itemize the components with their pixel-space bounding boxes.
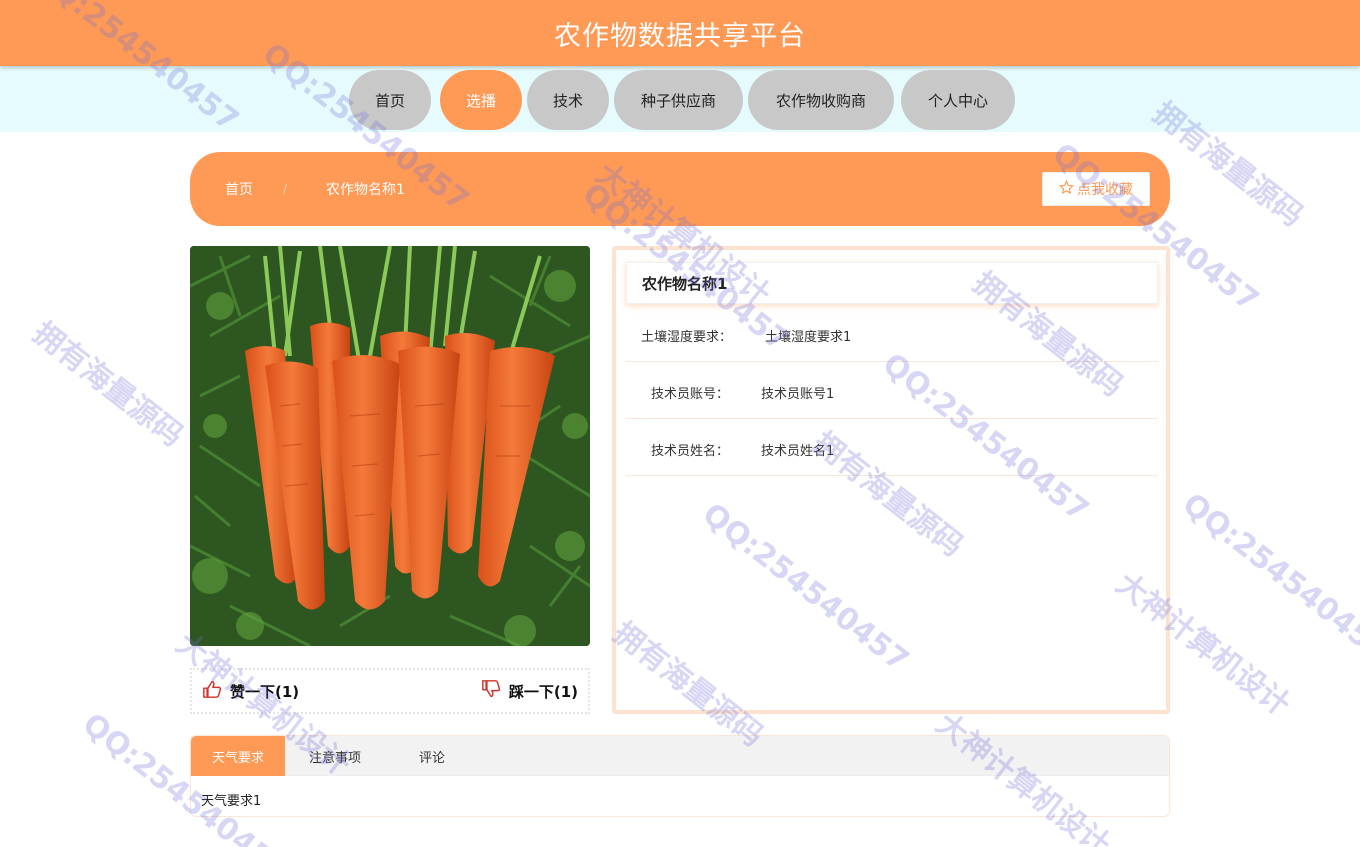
nav-item-crop-buyer[interactable]: 农作物收购商 [748, 70, 894, 130]
crop-title: 农作物名称1 [626, 262, 1158, 304]
breadcrumb-current: 农作物名称1 [326, 182, 405, 198]
info-row: 技术员姓名： 技术员姓名1 [626, 419, 1158, 476]
star-outline-icon [1058, 179, 1075, 199]
nav-item-home[interactable]: 首页 [349, 70, 431, 130]
thumbs-up-icon [202, 680, 222, 702]
tab-weather[interactable]: 天气要求 [191, 736, 285, 776]
dislike-label: 踩一下(1) [508, 682, 578, 701]
tab-content: 天气要求1 [201, 794, 262, 809]
main-nav: 首页 选播 技术 种子供应商 农作物收购商 个人中心 [349, 70, 1015, 130]
favorite-button[interactable]: 点我收藏 [1042, 172, 1150, 206]
watermark-source: 拥有海量源码 [26, 315, 190, 454]
crop-info-panel: 农作物名称1 土壤湿度要求： 土壤湿度要求1 技术员账号： 技术员账号1 技术员… [612, 246, 1170, 714]
thumbs-down-icon [481, 680, 501, 702]
breadcrumb-separator: / [283, 182, 288, 196]
vote-bar: 赞一下(1) 踩一下(1) [190, 668, 590, 714]
info-label: 土壤湿度要求： [641, 330, 733, 345]
like-label: 赞一下(1) [230, 682, 300, 701]
tab-comments[interactable]: 评论 [385, 736, 479, 776]
nav-item-xuanbo[interactable]: 选播 [440, 70, 522, 130]
tab-header: 天气要求 注意事项 评论 [191, 736, 1169, 776]
breadcrumb: 首页 / 农作物名称1 点我收藏 [190, 152, 1170, 226]
tab-notes[interactable]: 注意事项 [285, 736, 385, 776]
info-label: 技术员账号： [651, 387, 730, 402]
info-label: 技术员姓名： [651, 444, 730, 459]
nav-item-seed-supplier[interactable]: 种子供应商 [614, 70, 743, 130]
info-value: 土壤湿度要求1 [765, 330, 852, 345]
info-row: 技术员账号： 技术员账号1 [626, 362, 1158, 419]
like-button[interactable]: 赞一下(1) [202, 680, 299, 702]
favorite-label: 点我收藏 [1077, 182, 1133, 198]
info-value: 技术员姓名1 [761, 444, 835, 459]
breadcrumb-home-link[interactable]: 首页 [225, 179, 253, 199]
crop-image [190, 246, 590, 646]
info-row: 土壤湿度要求： 土壤湿度要求1 [626, 305, 1158, 362]
site-title: 农作物数据共享平台 [554, 20, 806, 52]
watermark-qq: QQ:254540457 [1175, 486, 1360, 669]
info-value: 技术员账号1 [761, 387, 835, 402]
detail-tabs: 天气要求 注意事项 评论 天气要求1 [190, 735, 1170, 817]
page-header: 农作物数据共享平台 [0, 0, 1360, 66]
dislike-button[interactable]: 踩一下(1) [481, 680, 578, 702]
nav-item-personal-center[interactable]: 个人中心 [901, 70, 1015, 130]
nav-item-tech[interactable]: 技术 [527, 70, 609, 130]
